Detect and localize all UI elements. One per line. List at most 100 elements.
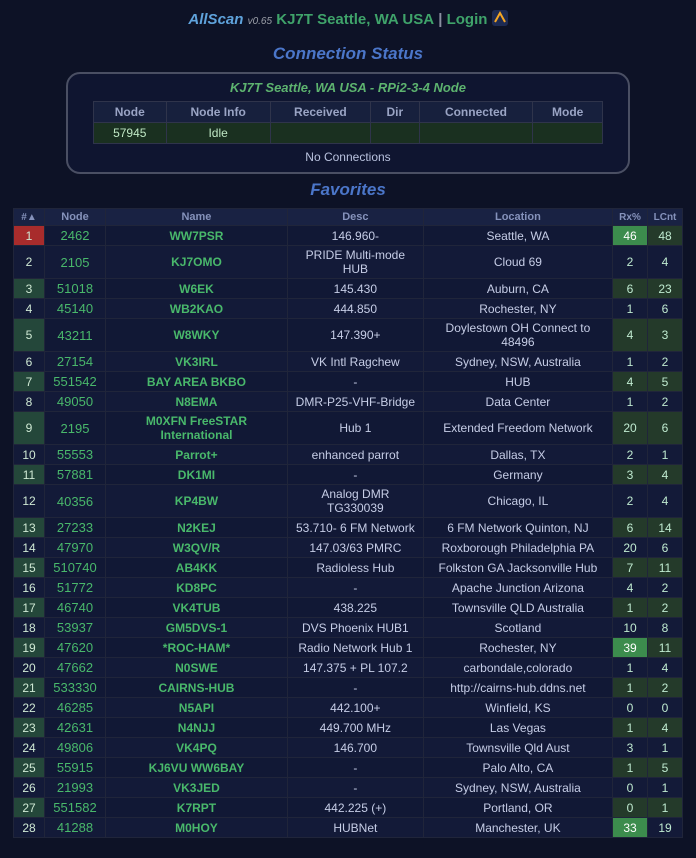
row-name[interactable]: W3QV/R bbox=[106, 538, 288, 558]
row-name[interactable]: GM5DVS-1 bbox=[106, 618, 288, 638]
table-row[interactable]: 2841288M0HOYHUBNetManchester, UK3319 bbox=[14, 818, 683, 838]
brand-link[interactable]: AllScan bbox=[188, 11, 243, 28]
row-node: 45140 bbox=[45, 299, 106, 319]
row-name[interactable]: VK3IRL bbox=[106, 352, 288, 372]
row-name[interactable]: *ROC-HAM* bbox=[106, 638, 288, 658]
row-name[interactable]: BAY AREA BKBO bbox=[106, 372, 288, 392]
th-fnode[interactable]: Node bbox=[45, 209, 106, 226]
status-conn bbox=[419, 123, 533, 144]
table-row[interactable]: 1447970W3QV/R147.03/63 PMRCRoxborough Ph… bbox=[14, 538, 683, 558]
table-row[interactable]: 627154VK3IRLVK Intl RagchewSydney, NSW, … bbox=[14, 352, 683, 372]
row-name[interactable]: M0HOY bbox=[106, 818, 288, 838]
row-lcnt: 1 bbox=[648, 778, 683, 798]
row-name[interactable]: N2KEJ bbox=[106, 518, 288, 538]
row-node: 55915 bbox=[45, 758, 106, 778]
table-row[interactable]: 849050N8EMADMR-P25-VHF-BridgeData Center… bbox=[14, 392, 683, 412]
status-recv bbox=[270, 123, 370, 144]
table-row[interactable]: 543211W8WKY147.390+Doylestown OH Connect… bbox=[14, 319, 683, 352]
th-dir[interactable]: Dir bbox=[371, 102, 419, 123]
row-rx: 1 bbox=[613, 658, 648, 678]
row-name[interactable]: K7RPT bbox=[106, 798, 288, 818]
row-location: Apache Junction Arizona bbox=[423, 578, 612, 598]
table-row[interactable]: 2047662N0SWE147.375 + PL 107.2carbondale… bbox=[14, 658, 683, 678]
row-desc: DMR-P25-VHF-Bridge bbox=[287, 392, 423, 412]
row-name[interactable]: WB2KAO bbox=[106, 299, 288, 319]
row-node: 510740 bbox=[45, 558, 106, 578]
table-row[interactable]: 351018W6EK145.430Auburn, CA623 bbox=[14, 279, 683, 299]
row-name[interactable]: N5API bbox=[106, 698, 288, 718]
row-desc: enhanced parrot bbox=[287, 445, 423, 465]
row-node: 42631 bbox=[45, 718, 106, 738]
row-location: Manchester, UK bbox=[423, 818, 612, 838]
row-name[interactable]: AB4KK bbox=[106, 558, 288, 578]
table-row[interactable]: 15510740AB4KKRadioless HubFolkston GA Ja… bbox=[14, 558, 683, 578]
th-floc[interactable]: Location bbox=[423, 209, 612, 226]
table-row[interactable]: 1746740VK4TUB438.225Townsville QLD Austr… bbox=[14, 598, 683, 618]
table-row[interactable]: 2621993VK3JED-Sydney, NSW, Australia01 bbox=[14, 778, 683, 798]
table-row[interactable]: 2342631N4NJJ449.700 MHzLas Vegas14 bbox=[14, 718, 683, 738]
row-name[interactable]: KJ7OMO bbox=[106, 246, 288, 279]
th-conn[interactable]: Connected bbox=[419, 102, 533, 123]
table-row[interactable]: 1853937GM5DVS-1DVS Phoenix HUB1Scotland1… bbox=[14, 618, 683, 638]
row-rx: 0 bbox=[613, 798, 648, 818]
location-link[interactable]: KJ7T Seattle, WA USA bbox=[276, 11, 434, 28]
row-location: Folkston GA Jacksonville Hub bbox=[423, 558, 612, 578]
table-row[interactable]: 2449806VK4PQ146.700Townsville Qld Aust31 bbox=[14, 738, 683, 758]
table-row[interactable]: 12462WW7PSR146.960-Seattle, WA4648 bbox=[14, 226, 683, 246]
row-name[interactable]: WW7PSR bbox=[106, 226, 288, 246]
table-row[interactable]: 7551542BAY AREA BKBO-HUB45 bbox=[14, 372, 683, 392]
row-name[interactable]: KD8PC bbox=[106, 578, 288, 598]
th-index[interactable]: #▲ bbox=[14, 209, 45, 226]
row-index: 10 bbox=[14, 445, 45, 465]
status-heading: Connection Status bbox=[0, 44, 696, 64]
table-row[interactable]: 445140WB2KAO444.850Rochester, NY16 bbox=[14, 299, 683, 319]
row-name[interactable]: Parrot+ bbox=[106, 445, 288, 465]
table-row[interactable]: 2246285N5API442.100+Winfield, KS00 bbox=[14, 698, 683, 718]
th-recv[interactable]: Received bbox=[270, 102, 370, 123]
row-name[interactable]: KJ6VU WW6BAY bbox=[106, 758, 288, 778]
table-row[interactable]: 1651772KD8PC-Apache Junction Arizona42 bbox=[14, 578, 683, 598]
table-row[interactable]: 1947620*ROC-HAM*Radio Network Hub 1Roche… bbox=[14, 638, 683, 658]
row-rx: 1 bbox=[613, 392, 648, 412]
row-name[interactable]: VK3JED bbox=[106, 778, 288, 798]
row-node: 47970 bbox=[45, 538, 106, 558]
row-name[interactable]: W6EK bbox=[106, 279, 288, 299]
row-lcnt: 4 bbox=[648, 658, 683, 678]
row-name[interactable]: KP4BW bbox=[106, 485, 288, 518]
table-row[interactable]: 21533330CAIRNS-HUB-http://cairns-hub.ddn… bbox=[14, 678, 683, 698]
row-name[interactable]: N4NJJ bbox=[106, 718, 288, 738]
row-name[interactable]: CAIRNS-HUB bbox=[106, 678, 288, 698]
row-name[interactable]: VK4PQ bbox=[106, 738, 288, 758]
row-node: 55553 bbox=[45, 445, 106, 465]
row-lcnt: 2 bbox=[648, 578, 683, 598]
row-rx: 1 bbox=[613, 718, 648, 738]
th-fname[interactable]: Name bbox=[106, 209, 288, 226]
row-location: Winfield, KS bbox=[423, 698, 612, 718]
th-mode[interactable]: Mode bbox=[533, 102, 603, 123]
table-row[interactable]: 92195M0XFN FreeSTAR InternationalHub 1Ex… bbox=[14, 412, 683, 445]
th-flcnt[interactable]: LCnt bbox=[648, 209, 683, 226]
table-row[interactable]: 2555915KJ6VU WW6BAY-Palo Alto, CA15 bbox=[14, 758, 683, 778]
row-lcnt: 4 bbox=[648, 485, 683, 518]
row-node: 51772 bbox=[45, 578, 106, 598]
table-row[interactable]: 1327233N2KEJ53.710- 6 FM Network6 FM Net… bbox=[14, 518, 683, 538]
row-desc: Hub 1 bbox=[287, 412, 423, 445]
row-node: 2462 bbox=[45, 226, 106, 246]
row-name[interactable]: N8EMA bbox=[106, 392, 288, 412]
th-fdesc[interactable]: Desc bbox=[287, 209, 423, 226]
row-name[interactable]: W8WKY bbox=[106, 319, 288, 352]
status-row[interactable]: 57945 Idle bbox=[94, 123, 603, 144]
row-name[interactable]: DK1MI bbox=[106, 465, 288, 485]
table-row[interactable]: 22105KJ7OMOPRIDE Multi-mode HUBCloud 692… bbox=[14, 246, 683, 279]
row-name[interactable]: M0XFN FreeSTAR International bbox=[106, 412, 288, 445]
table-row[interactable]: 1157881DK1MI-Germany34 bbox=[14, 465, 683, 485]
row-name[interactable]: VK4TUB bbox=[106, 598, 288, 618]
table-row[interactable]: 1240356KP4BWAnalog DMR TG330039Chicago, … bbox=[14, 485, 683, 518]
th-info[interactable]: Node Info bbox=[166, 102, 270, 123]
table-row[interactable]: 27551582K7RPT442.225 (+)Portland, OR01 bbox=[14, 798, 683, 818]
row-name[interactable]: N0SWE bbox=[106, 658, 288, 678]
table-row[interactable]: 1055553Parrot+enhanced parrotDallas, TX2… bbox=[14, 445, 683, 465]
th-frx[interactable]: Rx% bbox=[613, 209, 648, 226]
th-node[interactable]: Node bbox=[94, 102, 167, 123]
login-link[interactable]: Login bbox=[447, 11, 488, 28]
